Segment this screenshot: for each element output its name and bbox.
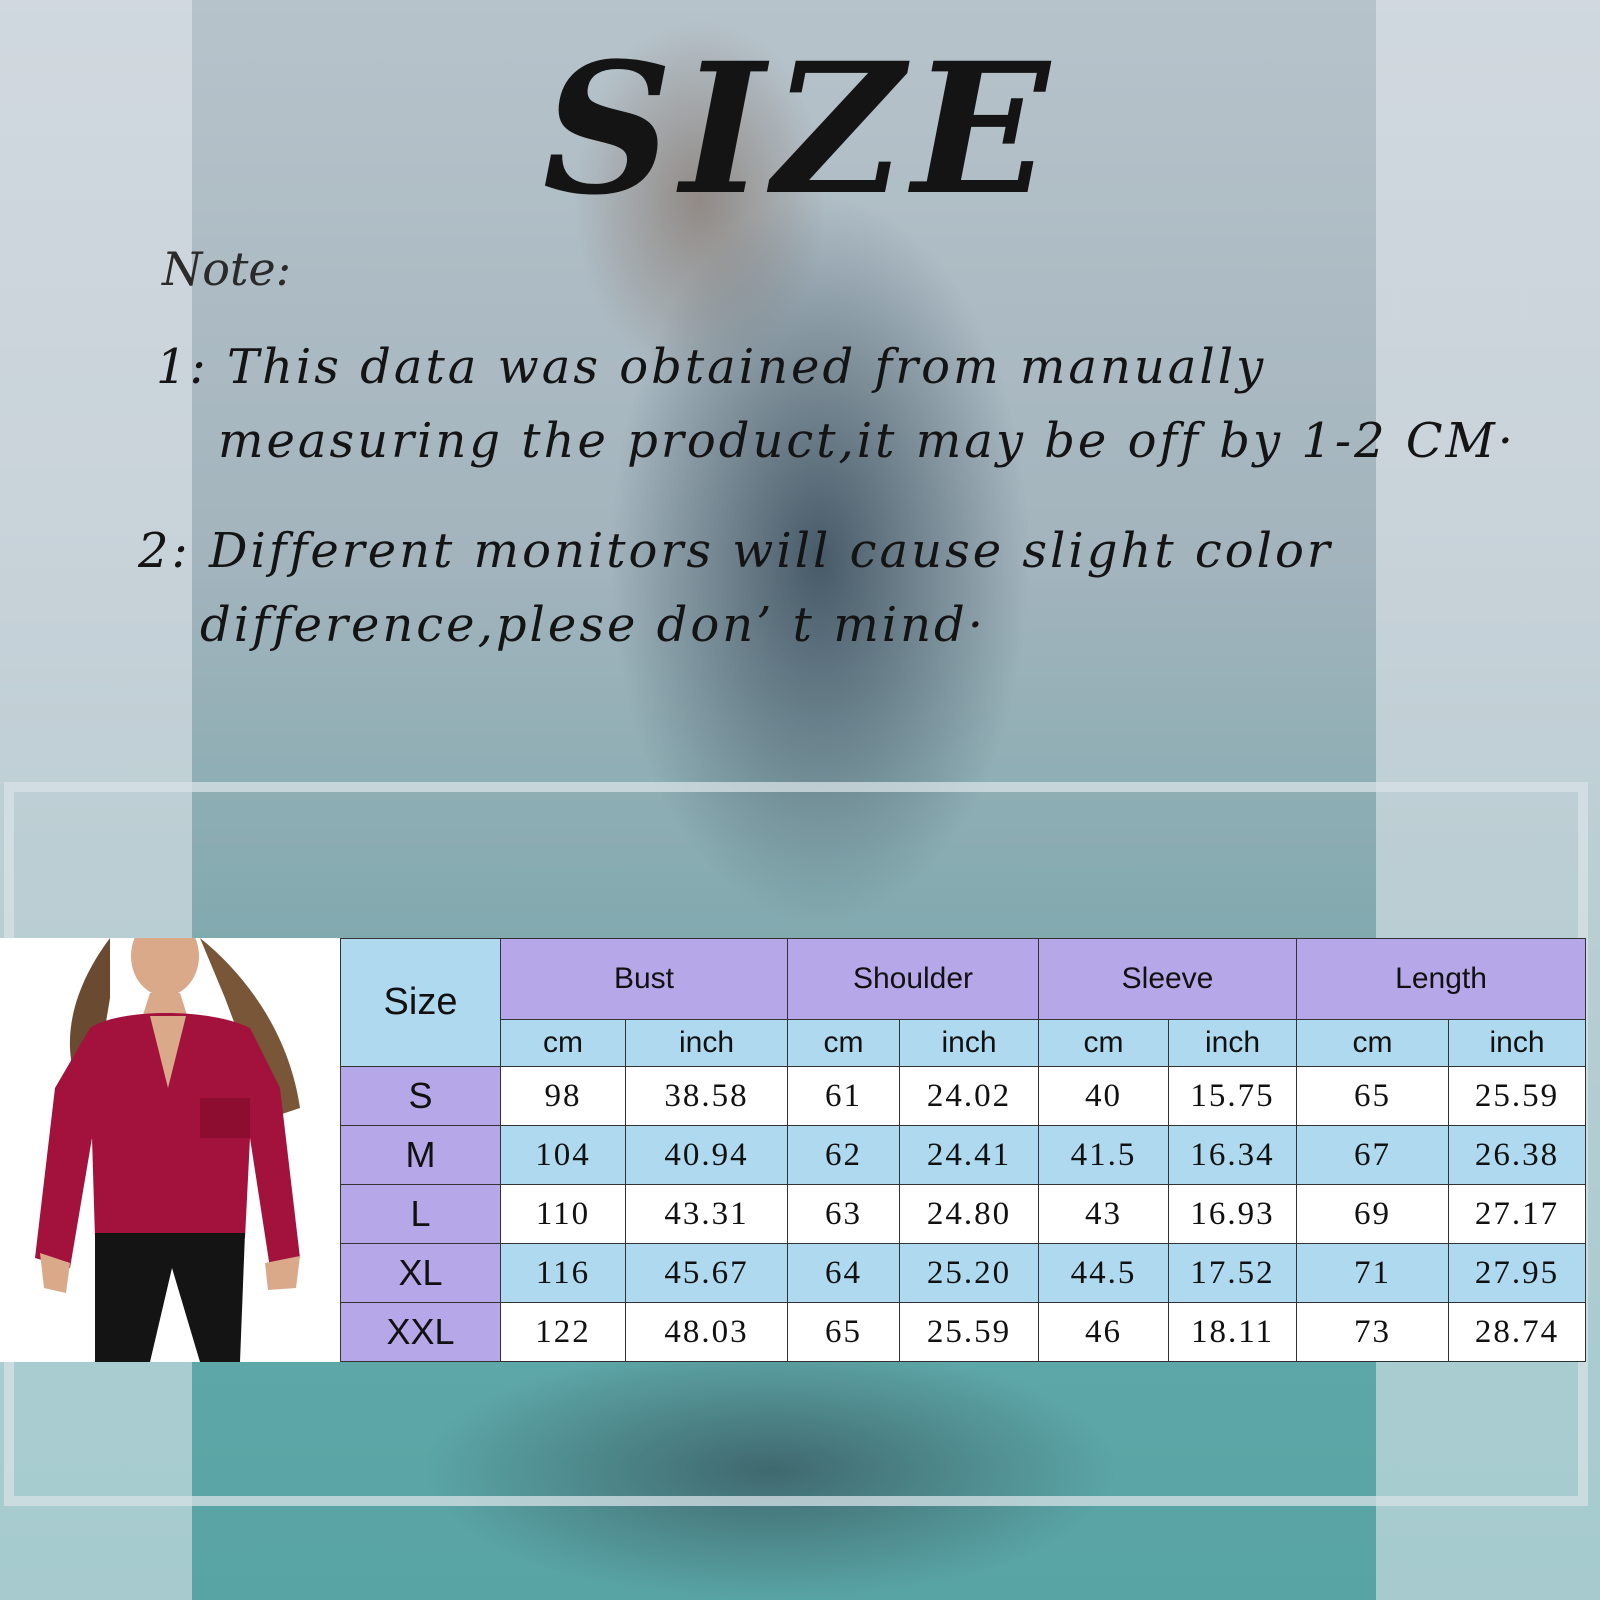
table-cell: 24.41 [899, 1125, 1039, 1185]
size-label: S [340, 1066, 501, 1126]
table-cell: 18.11 [1167, 1302, 1298, 1362]
table-cell: 122 [500, 1302, 626, 1362]
unit-header: cm [1038, 1019, 1169, 1067]
size-label: XXL [340, 1302, 501, 1362]
table-cell: 65 [1296, 1066, 1450, 1126]
unit-header: inch [899, 1019, 1039, 1067]
table-cell: 16.34 [1167, 1125, 1298, 1185]
table-cell: 48.03 [625, 1302, 788, 1362]
table-cell: 25.20 [899, 1243, 1039, 1303]
table-cell: 44.5 [1038, 1243, 1169, 1303]
table-row: XXL 122 48.03 65 25.59 46 18.11 73 28.74 [340, 1302, 1587, 1362]
table-cell: 62 [787, 1125, 900, 1185]
unit-header: inch [1167, 1019, 1298, 1067]
table-cell: 65 [787, 1302, 900, 1362]
table-cell: 110 [500, 1184, 626, 1244]
table-cell: 69 [1296, 1184, 1450, 1244]
table-cell: 40.94 [625, 1125, 788, 1185]
note-label: Note: [162, 242, 292, 296]
length-header: Length [1296, 938, 1587, 1020]
page-title: SIZE [542, 24, 1058, 235]
table-cell: 46 [1038, 1302, 1169, 1362]
table-cell: 104 [500, 1125, 626, 1185]
table-cell: 67 [1296, 1125, 1450, 1185]
table-row: M 104 40.94 62 24.41 41.5 16.34 67 26.38 [340, 1125, 1587, 1185]
size-table: Size Bust Shoulder Sleeve Length cm inch… [340, 938, 1587, 1362]
table-cell: 98 [500, 1066, 626, 1126]
table-cell: 73 [1296, 1302, 1450, 1362]
table-cell: 17.52 [1167, 1243, 1298, 1303]
shoulder-header: Shoulder [787, 938, 1039, 1020]
table-cell: 16.93 [1167, 1184, 1298, 1244]
table-cell: 38.58 [625, 1066, 788, 1126]
table-cell: 15.75 [1167, 1066, 1298, 1126]
note-1-line-1: 1: This data was obtained from manually [156, 339, 1267, 395]
table-cell: 24.02 [899, 1066, 1039, 1126]
unit-header: cm [1296, 1019, 1450, 1067]
bust-header: Bust [500, 938, 788, 1020]
table-cell: 41.5 [1038, 1125, 1169, 1185]
table-row: XL 116 45.67 64 25.20 44.5 17.52 71 27.9… [340, 1243, 1587, 1303]
model-shirt-illustration [35, 938, 300, 1362]
table-cell: 71 [1296, 1243, 1450, 1303]
table-cell: 43.31 [625, 1184, 788, 1244]
table-cell: 27.95 [1448, 1243, 1587, 1303]
unit-header: cm [500, 1019, 626, 1067]
size-label: M [340, 1125, 501, 1185]
size-label: XL [340, 1243, 501, 1303]
size-column-header: Size [340, 938, 501, 1067]
product-photo [0, 938, 340, 1362]
table-cell: 43 [1038, 1184, 1169, 1244]
table-cell: 45.67 [625, 1243, 788, 1303]
note-1: 1: This data was obtained from manually … [156, 330, 1516, 478]
table-cell: 24.80 [899, 1184, 1039, 1244]
table-cell: 25.59 [899, 1302, 1039, 1362]
table-cell: 64 [787, 1243, 900, 1303]
note-2-line-1: 2: Different monitors will cause slight … [138, 523, 1333, 579]
table-cell: 116 [500, 1243, 626, 1303]
table-cell: 40 [1038, 1066, 1169, 1126]
note-2: 2: Different monitors will cause slight … [138, 514, 1333, 662]
unit-header: inch [625, 1019, 788, 1067]
note-2-line-2: difference,plese don’ t mind· [200, 597, 986, 653]
sleeve-header: Sleeve [1037, 938, 1298, 1020]
table-cell: 63 [787, 1184, 900, 1244]
table-cell: 26.38 [1448, 1125, 1587, 1185]
unit-header: cm [787, 1019, 900, 1067]
note-1-line-2: measuring the product,it may be off by 1… [218, 413, 1517, 469]
size-label: L [340, 1184, 501, 1244]
table-cell: 27.17 [1448, 1184, 1587, 1244]
table-cell: 28.74 [1448, 1302, 1587, 1362]
unit-header: inch [1448, 1019, 1587, 1067]
table-row: S 98 38.58 61 24.02 40 15.75 65 25.59 [340, 1066, 1587, 1126]
table-cell: 25.59 [1448, 1066, 1587, 1126]
table-row: L 110 43.31 63 24.80 43 16.93 69 27.17 [340, 1184, 1587, 1244]
size-table-wrapper: Size Bust Shoulder Sleeve Length cm inch… [340, 938, 1587, 1362]
table-cell: 61 [787, 1066, 900, 1126]
